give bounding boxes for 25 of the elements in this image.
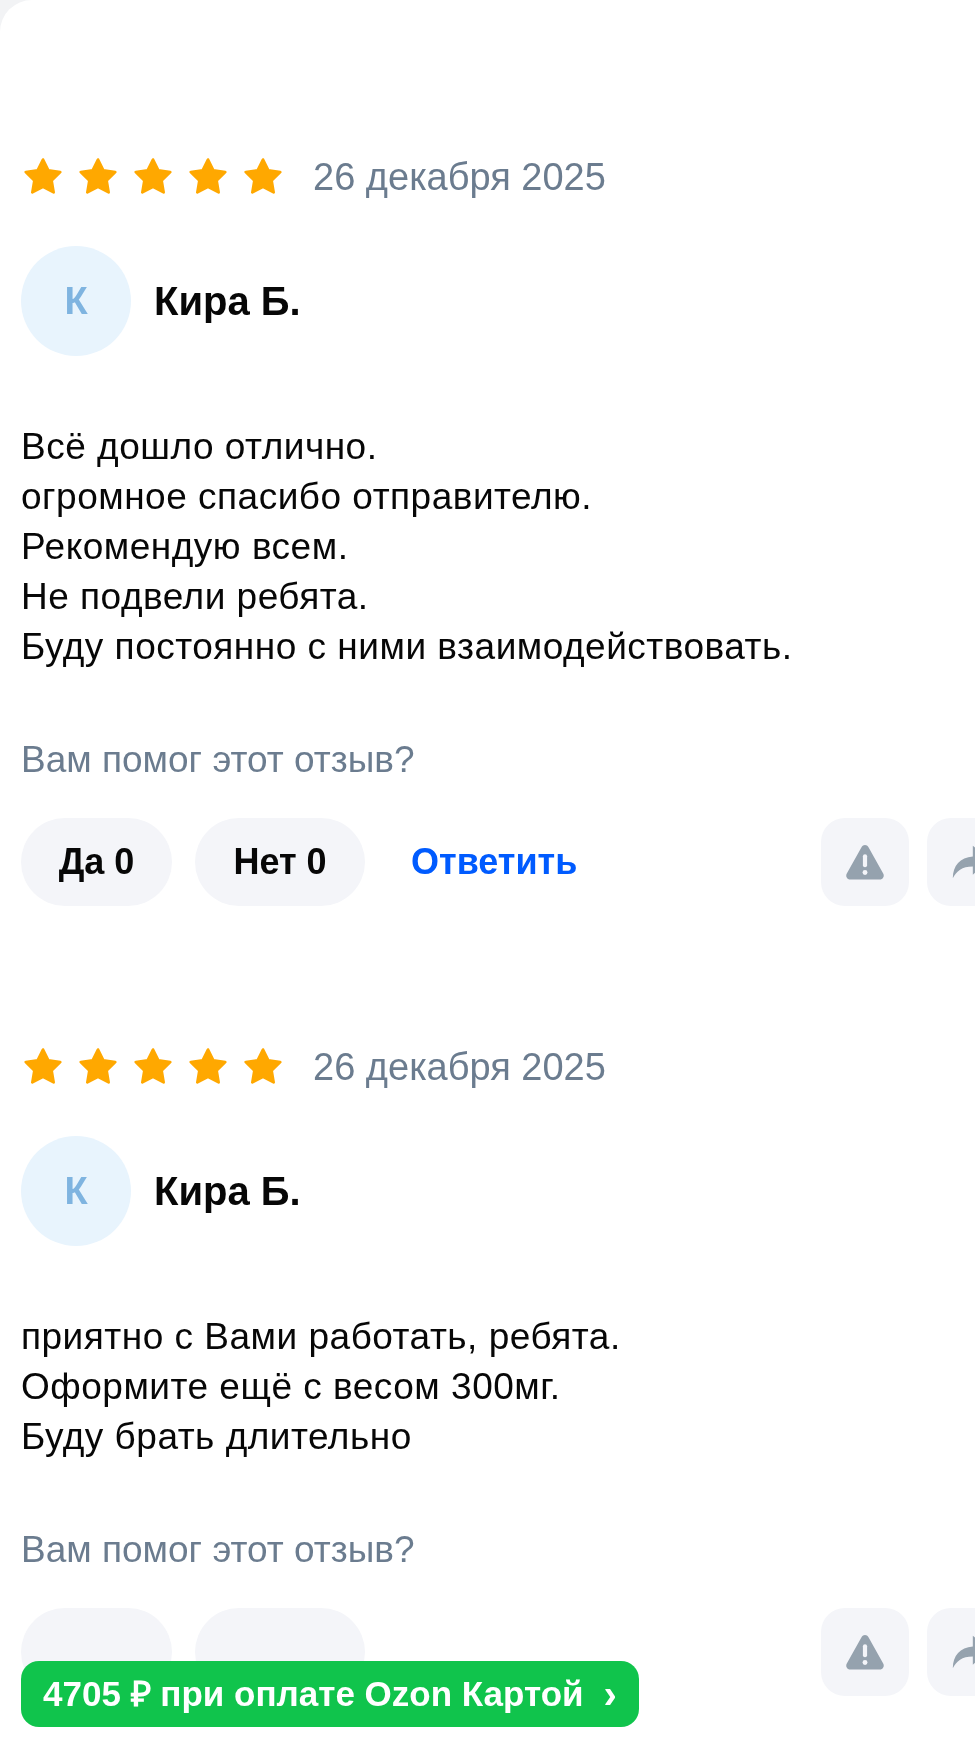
review-text-line: Рекомендую всем. [21, 525, 350, 569]
report-button[interactable] [821, 818, 909, 906]
review-text-line: Буду постоянно с ними взаимодействовать. [21, 625, 794, 669]
helpful-question: Вам помог этот отзыв? [21, 738, 416, 782]
avatar: К [21, 1136, 131, 1246]
reply-link[interactable]: Ответить [411, 835, 578, 889]
review-text-line: Буду брать длительно [21, 1415, 413, 1459]
helpful-question: Вам помог этот отзыв? [21, 1528, 416, 1572]
yes-vote-button[interactable]: Да 0 [21, 818, 172, 906]
warning-icon [844, 842, 886, 882]
review-date: 26 декабря 2025 [313, 155, 606, 199]
review-text-line: огромное спасибо отправителю. [21, 475, 594, 519]
no-vote-button[interactable]: Нет 0 [195, 818, 365, 906]
review-text-line: приятно с Вами работать, ребята. [21, 1315, 622, 1359]
review-text-line: Не подвели ребята. [21, 575, 370, 619]
author-name: Кира Б. [154, 278, 301, 325]
chevron-icon: › [603, 1674, 617, 1714]
review-text-line: Оформите ещё с весом 300мг. [21, 1365, 562, 1409]
promo-text: 4705 ₽ при оплате Ozon Картой [43, 1672, 584, 1715]
warning-icon [844, 1632, 886, 1672]
review-date: 26 декабря 2025 [313, 1045, 606, 1089]
review-text-line: Всё дошло отлично. [21, 425, 379, 469]
avatar: К [21, 246, 131, 356]
author-name: Кира Б. [154, 1168, 301, 1215]
report-button[interactable] [821, 1608, 909, 1696]
